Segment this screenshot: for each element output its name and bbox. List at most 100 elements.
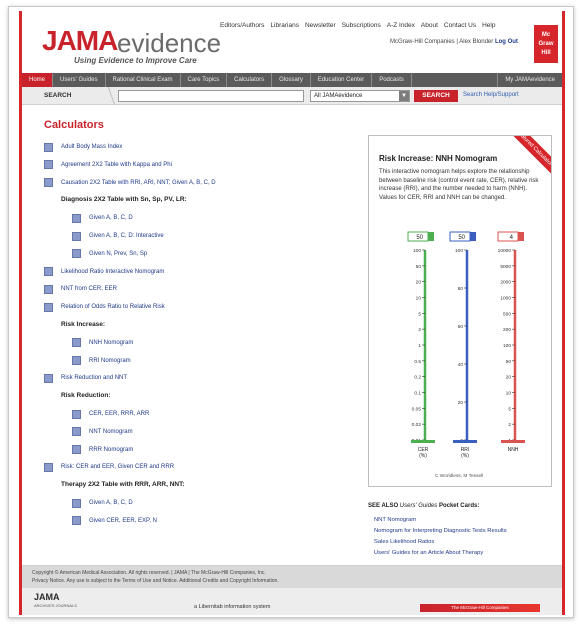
calculator-link[interactable]: Given N, Prev, Sn, Sp	[89, 251, 147, 257]
calculator-item[interactable]: Causation 2X2 Table with RRI, ARI, NNT; …	[44, 178, 216, 188]
nomogram-value-box[interactable]	[497, 231, 519, 242]
top-link[interactable]: Help	[482, 22, 495, 29]
calculator-link[interactable]: Given A, B, C, D	[89, 500, 133, 506]
calculator-item[interactable]: NNH Nomogram	[72, 338, 133, 348]
nav-tab[interactable]: Care Topics	[181, 73, 228, 87]
chevron-down-icon[interactable]: ▼	[399, 91, 409, 101]
nav-tab[interactable]: Glossary	[272, 73, 311, 87]
calculator-icon	[44, 178, 53, 188]
nav-tab[interactable]: Podcasts	[372, 73, 412, 87]
calculator-item[interactable]: NNT from CER, EER	[44, 284, 117, 294]
calculator-link[interactable]: Adult Body Mass Index	[61, 144, 122, 150]
see-also-link[interactable]: Sales Likelihood Ratios	[374, 539, 434, 545]
calculator-item[interactable]: CER, EER, RRR, ARR	[72, 409, 149, 419]
panel-description: This interactive nomogram helps explore …	[379, 169, 539, 201]
nomogram-tick-label: 2000	[500, 280, 511, 286]
calculator-link[interactable]: Given A, B, C, D	[89, 215, 133, 221]
top-link[interactable]: Newsletter	[305, 22, 336, 29]
search-bar: SEARCH All JAMAevidence ▼ SEARCH Search …	[22, 87, 562, 105]
calculator-link[interactable]: Given A, B, C, D: Interactive	[89, 233, 164, 239]
section-heading: Therapy 2X2 Table with RRR, ARR, NNT:	[61, 481, 185, 489]
account-text: McGraw-Hill Companies | Alex Blonder	[390, 39, 494, 45]
nav-tab[interactable]: My JAMAevidence	[497, 73, 562, 87]
nomogram-tick-label: 100	[413, 248, 421, 254]
top-link[interactable]: Librarians	[270, 22, 299, 29]
nav-tab[interactable]: Education Center	[311, 73, 373, 87]
calculator-item[interactable]: Given CER, EER, EXP, N	[72, 516, 157, 526]
calculator-item[interactable]: RRR Nomogram	[72, 445, 133, 455]
top-link[interactable]: A-Z Index	[387, 22, 415, 29]
search-input[interactable]	[118, 90, 304, 102]
calculator-link[interactable]: CER, EER, RRR, ARR	[89, 411, 149, 417]
calculator-link[interactable]: NNT from CER, EER	[61, 286, 117, 292]
calculator-item[interactable]: Given N, Prev, Sn, Sp	[72, 249, 147, 259]
calculator-item[interactable]: Given A, B, C, D: Interactive	[72, 231, 164, 241]
network-text: a Libernitab information system	[194, 604, 271, 610]
nnh-nomogram[interactable]: 501005020105210.50.20.10.050.020.01CER(%…	[369, 228, 552, 478]
calculator-item[interactable]: Given A, B, C, D	[72, 213, 133, 223]
calculator-item[interactable]: Agreement 2X2 Table with Kappa and Phi	[44, 160, 172, 170]
calculator-link[interactable]: NNH Nomogram	[89, 340, 133, 346]
calculator-link[interactable]: RRR Nomogram	[89, 447, 133, 453]
nomogram-tick-label: 50	[506, 359, 512, 365]
jama-logo[interactable]: JAMA	[42, 25, 118, 57]
calculator-link[interactable]: Likelihood Ratio Interactive Nomogram	[61, 269, 164, 275]
calculator-icon	[72, 445, 81, 455]
nomogram-tick-label: 1	[418, 343, 421, 349]
see-also-link[interactable]: Users' Guides for an Article About Thera…	[374, 550, 483, 556]
top-link[interactable]: Subscriptions	[342, 22, 381, 29]
calculator-icon	[44, 267, 53, 277]
site-footer: Copyright © American Medical Association…	[22, 565, 562, 615]
calculator-item[interactable]: Given A, B, C, D	[72, 498, 133, 508]
calculator-icon	[44, 160, 53, 170]
jama-archives-logo[interactable]: JAMA	[34, 592, 60, 602]
evidence-logo[interactable]: evidence	[117, 28, 221, 59]
search-button[interactable]: SEARCH	[414, 90, 458, 102]
mcgraw-hill-logo[interactable]: Mc Graw Hill	[534, 25, 558, 63]
mcgraw-hill-footer-logo[interactable]: The McGraw-Hill Companies	[420, 604, 540, 612]
calculator-item[interactable]: Adult Body Mass Index	[44, 142, 122, 152]
calculator-link[interactable]: Given CER, EER, EXP, N	[89, 518, 157, 524]
nomogram-value: 50	[458, 235, 465, 241]
nav-tab[interactable]: Users' Guides	[53, 73, 106, 87]
calculator-item[interactable]: Likelihood Ratio Interactive Nomogram	[44, 267, 164, 277]
see-also-link[interactable]: Nomogram for Interpreting Diagnostic Tes…	[374, 528, 507, 534]
top-link[interactable]: Contact Us	[444, 22, 476, 29]
calculator-link[interactable]: Risk Reduction and NNT	[61, 375, 127, 381]
calculator-link[interactable]: RRI Nomogram	[89, 358, 131, 364]
stepper-arrow-icon[interactable]	[428, 232, 434, 241]
stepper-arrow-icon[interactable]	[470, 232, 476, 241]
calculator-link[interactable]: NNT Nomogram	[89, 429, 133, 435]
nomogram-tick-label: 20	[458, 400, 464, 406]
top-link[interactable]: About	[421, 22, 438, 29]
nomogram-tick-label: 10000	[498, 248, 512, 254]
calculator-link[interactable]: Agreement 2X2 Table with Kappa and Phi	[61, 162, 172, 168]
logout-link[interactable]: Log Out	[495, 39, 518, 45]
calculator-link[interactable]: Causation 2X2 Table with RRI, ARI, NNT; …	[61, 180, 216, 186]
nomogram-tick-label: 100	[503, 343, 511, 349]
section-heading: Risk Reduction:	[61, 392, 111, 400]
nomogram-tick-label: 2	[508, 422, 511, 428]
main-nav: Home Users' Guides Rational Clinical Exam C…	[22, 73, 562, 87]
calculator-item[interactable]: Risk Reduction and NNT	[44, 373, 127, 383]
nav-tab[interactable]: Rational Clinical Exam	[106, 73, 181, 87]
calculator-icon	[72, 338, 81, 348]
see-also-link[interactable]: NNT Nomogram	[374, 517, 416, 523]
calculator-icon	[44, 373, 53, 383]
calculator-link[interactable]: Risk: CER and EER, Given CER and RRR	[61, 464, 174, 470]
nomogram-tick-label: 50	[416, 264, 422, 270]
search-scope-select[interactable]: All JAMAevidence ▼	[310, 90, 410, 102]
calculator-item[interactable]: NNT Nomogram	[72, 427, 133, 437]
stepper-arrow-icon[interactable]	[518, 232, 524, 241]
nav-tab[interactable]: Calculators	[227, 73, 273, 87]
calculator-item[interactable]: RRI Nomogram	[72, 356, 131, 366]
calculator-link[interactable]: Relation of Odds Ratio to Relative Risk	[61, 304, 165, 310]
nomogram-value: 50	[416, 235, 423, 241]
calculator-icon	[72, 213, 81, 223]
top-link[interactable]: Editors/Authors	[220, 22, 264, 29]
search-help-link[interactable]: Search Help/Support	[463, 92, 519, 98]
calculator-item[interactable]: Relation of Odds Ratio to Relative Risk	[44, 302, 165, 312]
calculator-item[interactable]: Risk: CER and EER, Given CER and RRR	[44, 462, 174, 472]
search-label: SEARCH	[44, 92, 72, 99]
nav-tab[interactable]: Home	[22, 73, 54, 87]
